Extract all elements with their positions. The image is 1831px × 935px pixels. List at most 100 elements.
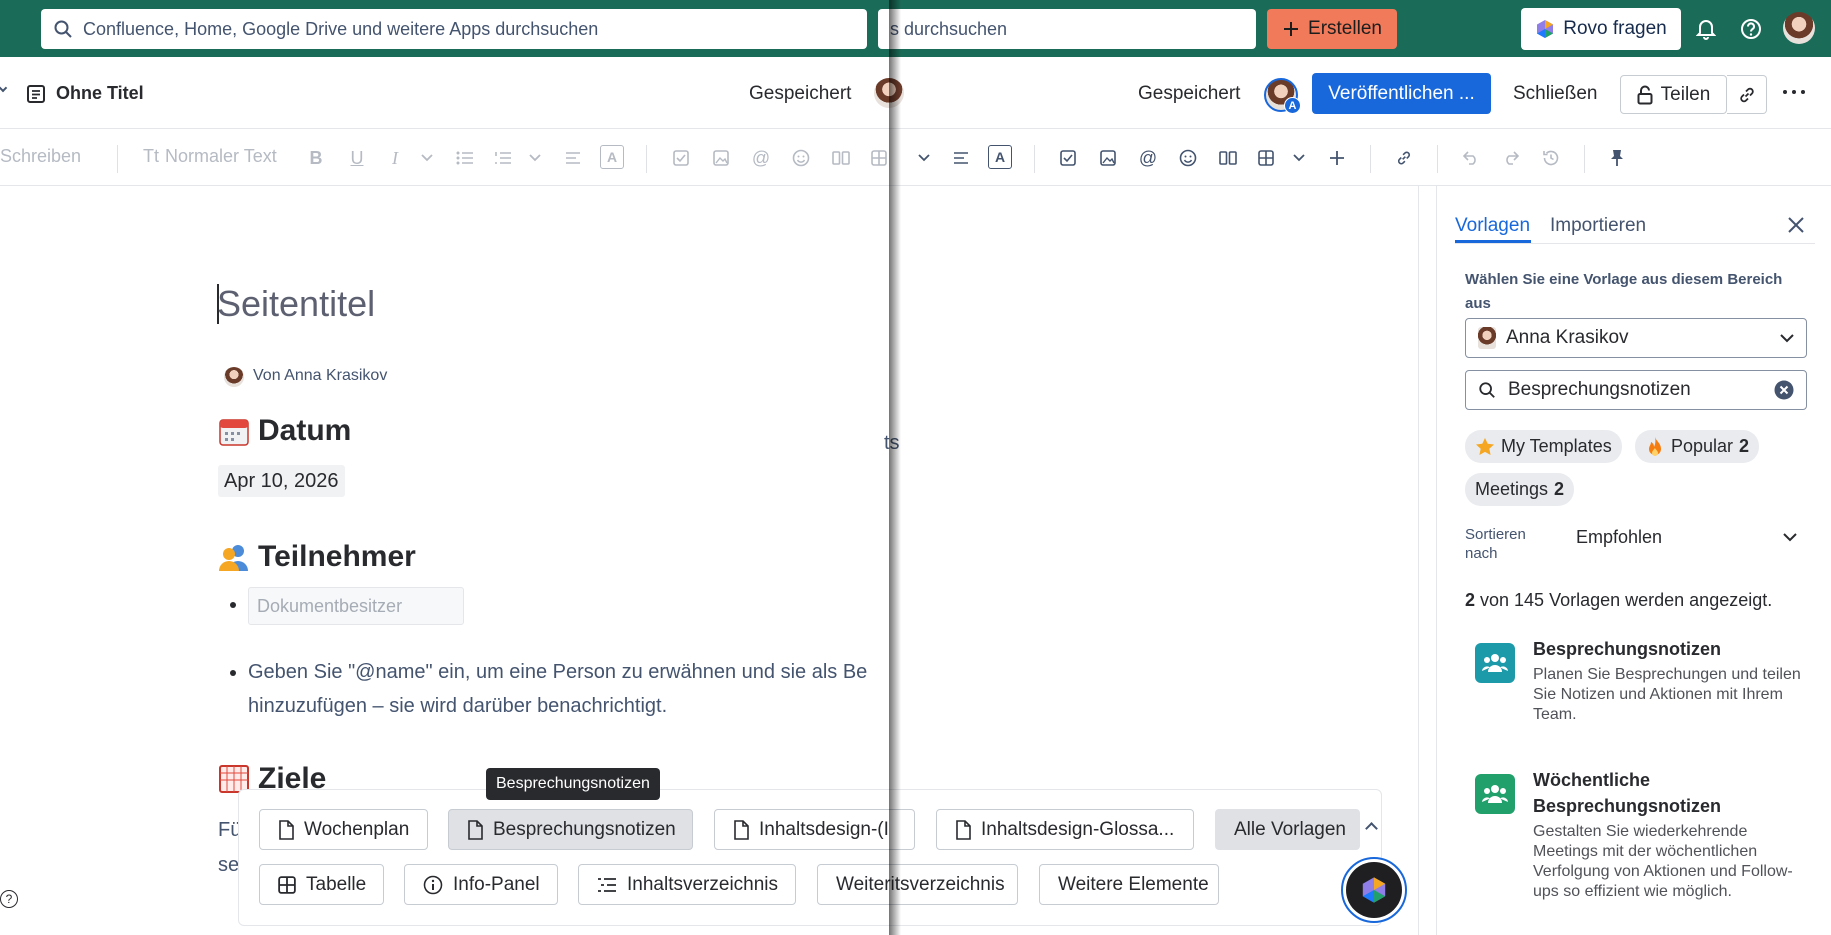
more-formatting-chevron-icon[interactable] xyxy=(414,145,440,171)
rovo-chat-button[interactable] xyxy=(1341,857,1407,923)
element-chip-table[interactable]: Tabelle xyxy=(259,864,384,905)
text-color-icon-right[interactable]: A xyxy=(988,145,1012,169)
tag-meetings[interactable]: Meetings 2 xyxy=(1465,473,1575,506)
help-circle-icon[interactable]: ? xyxy=(0,890,18,908)
pin-toolbar-icon[interactable] xyxy=(1604,145,1630,171)
tag-popular[interactable]: Popular 2 xyxy=(1635,430,1760,463)
space-select[interactable]: Anna Krasikov xyxy=(1465,318,1807,358)
top-navigation-bar: Confluence, Home, Google Drive und weite… xyxy=(0,0,1831,57)
chevron-down-icon xyxy=(1780,333,1794,343)
link-insert-icon[interactable] xyxy=(1391,145,1417,171)
notifications-bell-icon[interactable] xyxy=(1692,15,1720,43)
info-icon xyxy=(423,875,443,895)
global-search-input-duplicate[interactable]: s durchsuchen xyxy=(878,9,1256,49)
chip-label: Inhaltsdesign-Glossa... xyxy=(981,818,1175,840)
plus-icon xyxy=(1282,20,1300,38)
space-select-value: Anna Krasikov xyxy=(1506,327,1629,348)
numbered-list-icon[interactable] xyxy=(490,145,516,171)
layout-icon-right[interactable] xyxy=(1215,145,1241,171)
history-icon[interactable] xyxy=(1538,145,1564,171)
more-elements-button[interactable]: Weitere Elemente xyxy=(1039,864,1219,905)
help-icon[interactable] xyxy=(1737,15,1765,43)
insert-chevron-icon[interactable] xyxy=(911,145,937,171)
close-panel-icon[interactable] xyxy=(1787,216,1805,234)
create-button[interactable]: Erstellen xyxy=(1267,9,1397,49)
mention-icon-right[interactable]: @ xyxy=(1135,145,1161,171)
page-icon xyxy=(26,84,46,104)
template-chip-inhaltsdesign[interactable]: Inhaltsdesign-(I xyxy=(714,809,915,850)
write-mode-button[interactable]: Schreiben xyxy=(0,146,81,167)
tab-import[interactable]: Importieren xyxy=(1550,215,1646,237)
emoji-icon[interactable] xyxy=(788,145,814,171)
page-breadcrumb-title[interactable]: Ohne Titel xyxy=(56,83,144,104)
sort-select[interactable]: Empfohlen xyxy=(1576,523,1797,551)
collaborator-avatar-left[interactable] xyxy=(874,78,904,108)
table-icon-left[interactable] xyxy=(866,145,892,171)
clear-search-icon[interactable] xyxy=(1774,380,1794,400)
rovo-icon xyxy=(1535,19,1555,39)
tag-my-templates[interactable]: My Templates xyxy=(1465,430,1622,463)
element-chip-info-panel[interactable]: Info-Panel xyxy=(404,864,558,905)
participants-heading: Teilnehmer xyxy=(218,540,416,574)
align-icon-right[interactable] xyxy=(948,145,974,171)
redo-icon[interactable] xyxy=(1498,145,1524,171)
people-icon xyxy=(218,542,250,572)
list-chevron-icon[interactable] xyxy=(522,145,548,171)
calendar-icon xyxy=(218,415,250,447)
all-templates-button[interactable]: Alle Vorlagen xyxy=(1215,809,1360,850)
bullet-list-icon[interactable] xyxy=(452,145,478,171)
search-icon xyxy=(1478,381,1496,399)
date-lozenge[interactable]: Apr 10, 2026 xyxy=(218,465,345,497)
table-icon[interactable] xyxy=(1253,145,1279,171)
image-icon-right[interactable] xyxy=(1095,145,1121,171)
text-color-icon[interactable]: A xyxy=(600,145,624,169)
copy-link-button[interactable] xyxy=(1727,75,1767,114)
result-text: von 145 Vorlagen werden angezeigt. xyxy=(1480,590,1773,610)
document-icon xyxy=(467,819,483,840)
collapse-chevron-icon[interactable] xyxy=(0,83,8,93)
undo-icon[interactable] xyxy=(1458,145,1484,171)
underline-icon[interactable]: U xyxy=(344,145,370,171)
template-search-input[interactable]: Besprechungsnotizen xyxy=(1465,370,1807,410)
emoji-icon-right[interactable] xyxy=(1175,145,1201,171)
user-avatar[interactable] xyxy=(1783,12,1815,44)
bold-icon[interactable]: B xyxy=(303,145,329,171)
element-chip-toc[interactable]: Inhaltsverzeichnis xyxy=(578,864,796,905)
rovo-icon xyxy=(1346,862,1402,918)
text-style-icon: Tt xyxy=(143,146,159,166)
image-icon[interactable] xyxy=(708,145,734,171)
scrollbar-track[interactable] xyxy=(1418,186,1419,935)
layout-icon[interactable] xyxy=(828,145,854,171)
template-title: Besprechungsnotizen xyxy=(1533,639,1722,659)
global-search-input[interactable]: Confluence, Home, Google Drive und weite… xyxy=(41,9,867,49)
toc-icon xyxy=(597,877,617,893)
insert-plus-icon[interactable] xyxy=(1324,145,1350,171)
close-editor-button[interactable]: Schließen xyxy=(1513,83,1598,105)
template-chip-glossar[interactable]: Inhaltsdesign-Glossa... xyxy=(936,809,1194,850)
task-icon-right[interactable] xyxy=(1055,145,1081,171)
template-chip-wochenplan[interactable]: Wochenplan xyxy=(259,809,428,850)
template-desc-line: Verfolgung von Aktionen und Follow- xyxy=(1533,863,1793,880)
publish-button[interactable]: Veröffentlichen ... xyxy=(1312,73,1491,114)
template-chip-besprechungsnotizen[interactable]: Besprechungsnotizen xyxy=(448,809,693,850)
align-icon[interactable] xyxy=(560,145,586,171)
italic-icon[interactable]: I xyxy=(382,145,408,171)
share-button[interactable]: Teilen xyxy=(1620,75,1727,114)
text-style-dropdown[interactable]: Tt Normaler Text xyxy=(143,146,277,167)
tab-templates[interactable]: Vorlagen xyxy=(1455,215,1530,237)
chip-label: Weitere Elemente xyxy=(1058,873,1209,895)
page-title-input[interactable]: Seitentitel xyxy=(217,283,375,325)
chip-label: Info-Panel xyxy=(453,873,540,895)
element-chip-weitere-verzeichnis[interactable]: Weiteritsverzeichnis xyxy=(817,864,1018,905)
meeting-people-icon xyxy=(1475,643,1515,683)
mention-icon[interactable]: @ xyxy=(748,145,774,171)
avatar-badge: A xyxy=(1284,97,1301,114)
owner-mention-placeholder[interactable]: Dokumentbesitzer xyxy=(248,587,464,625)
template-desc-line: Gestalten Sie wiederkehrende xyxy=(1533,823,1748,840)
rovo-button[interactable]: Rovo fragen xyxy=(1521,8,1681,50)
task-icon[interactable] xyxy=(668,145,694,171)
template-desc-line: Planen Sie Besprechungen und teilen xyxy=(1533,666,1801,683)
table-chevron-icon[interactable] xyxy=(1286,145,1312,171)
meeting-people-icon xyxy=(1475,774,1515,814)
more-options-icon[interactable] xyxy=(1783,90,1805,94)
